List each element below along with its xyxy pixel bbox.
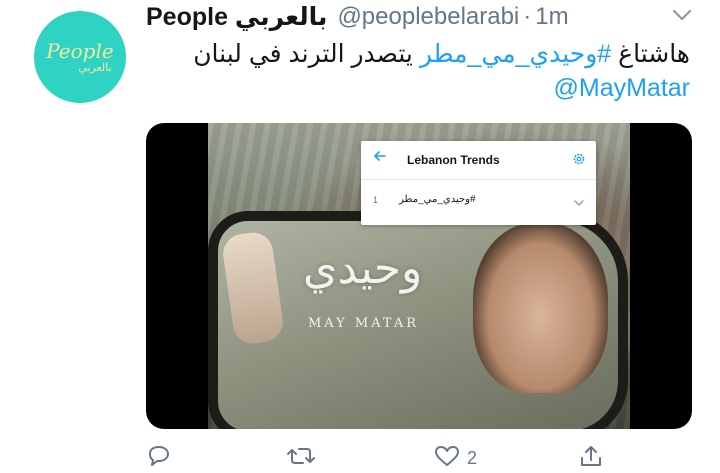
avatar[interactable]: People بالعربي: [34, 11, 126, 103]
trend-rank: 1: [373, 195, 379, 205]
share-icon: [578, 444, 604, 473]
chevron-down-icon: [574, 194, 584, 212]
retweet-icon: [286, 444, 316, 473]
trend-row: 1 #وحيدي_مي_مطر: [361, 180, 596, 220]
media-face: [473, 223, 608, 393]
media-title-english: MAY MATAR: [308, 316, 420, 331]
mention-link[interactable]: @MayMatar: [553, 74, 690, 103]
display-name[interactable]: People بالعربي: [146, 2, 327, 32]
avatar-logo-text: People: [46, 38, 114, 63]
tweet-media-image[interactable]: وحيدي MAY MATAR Lebanon Trends 1 #وحيدي_…: [146, 123, 692, 429]
separator-dot: ·: [523, 3, 532, 30]
tweet-actions: 2: [0, 432, 720, 470]
trends-card: Lebanon Trends 1 #وحيدي_مي_مطر: [361, 141, 596, 225]
media-scene: وحيدي MAY MATAR Lebanon Trends 1 #وحيدي_…: [208, 123, 630, 429]
retweet-button[interactable]: [286, 444, 322, 473]
like-count: 2: [467, 448, 478, 468]
tweet-text-suffix: يتصدر الترند في لبنان: [193, 40, 420, 68]
trend-name: #وحيدي_مي_مطر: [399, 194, 476, 205]
tweet-text-prefix: هاشتاغ: [611, 40, 690, 68]
reply-icon: [146, 444, 172, 473]
tweet-header: People بالعربي @peoplebelarabi · 1m: [146, 2, 569, 32]
trends-title: Lebanon Trends: [407, 153, 500, 167]
trends-header: Lebanon Trends: [361, 141, 596, 180]
like-icon: [433, 444, 461, 473]
tweet-timestamp[interactable]: 1m: [535, 3, 568, 31]
user-handle[interactable]: @peoplebelarabi: [337, 3, 519, 31]
chevron-down-icon[interactable]: [672, 8, 692, 27]
share-button[interactable]: [578, 444, 610, 473]
tweet-text: هاشتاغ #وحيدي_مي_مطر يتصدر الترند في لبن…: [150, 36, 690, 72]
media-title-arabic: وحيدي: [303, 243, 423, 294]
avatar-logo-subtext: بالعربي: [78, 60, 112, 74]
gear-icon: [572, 152, 586, 171]
back-arrow-icon: [373, 149, 387, 168]
like-button[interactable]: 2: [433, 444, 477, 473]
hashtag-link[interactable]: #وحيدي_مي_مطر: [420, 40, 611, 68]
reply-button[interactable]: [146, 444, 178, 473]
